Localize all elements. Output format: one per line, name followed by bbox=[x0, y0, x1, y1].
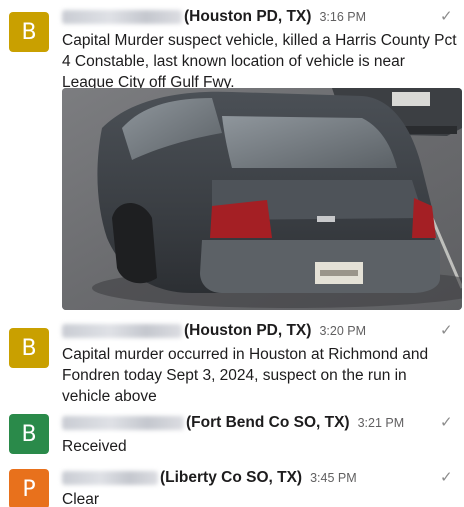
check-icon: ✓ bbox=[440, 413, 453, 431]
sender-agency: (Houston PD, TX) bbox=[184, 8, 312, 25]
sender-name-redacted[interactable] bbox=[62, 416, 184, 430]
check-icon: ✓ bbox=[440, 468, 453, 486]
check-icon: ✓ bbox=[440, 7, 453, 25]
message-4[interactable]: P (Liberty Co SO, TX) 3:45 PM ✓ Clear bbox=[0, 467, 464, 507]
sender-name-redacted[interactable] bbox=[62, 471, 158, 485]
sender-agency: (Liberty Co SO, TX) bbox=[160, 469, 303, 486]
sender-agency: (Fort Bend Co SO, TX) bbox=[186, 414, 350, 431]
message-timestamp[interactable]: 3:21 PM bbox=[358, 416, 405, 430]
avatar[interactable]: B bbox=[9, 328, 49, 368]
avatar[interactable]: P bbox=[9, 469, 49, 507]
sender-name-redacted[interactable] bbox=[62, 10, 182, 24]
message-timestamp[interactable]: 3:20 PM bbox=[319, 324, 366, 338]
message-text: Received bbox=[62, 438, 127, 455]
message-text: Capital murder occurred in Houston at Ri… bbox=[62, 346, 429, 405]
message-3[interactable]: B (Fort Bend Co SO, TX) 3:21 PM ✓ Receiv… bbox=[0, 412, 464, 460]
sender-agency: (Houston PD, TX) bbox=[184, 322, 312, 339]
message-header: (Houston PD, TX) 3:20 PM bbox=[62, 320, 366, 342]
message-timestamp[interactable]: 3:16 PM bbox=[319, 10, 366, 24]
avatar[interactable]: B bbox=[9, 414, 49, 454]
message-text: Capital Murder suspect vehicle, killed a… bbox=[62, 32, 457, 91]
message-2[interactable]: B (Houston PD, TX) 3:20 PM ✓ Capital mur… bbox=[0, 320, 464, 405]
sender-name-redacted[interactable] bbox=[62, 324, 182, 338]
check-icon: ✓ bbox=[440, 321, 453, 339]
vehicle-photo bbox=[62, 88, 462, 310]
avatar[interactable]: B bbox=[9, 12, 49, 52]
message-text: Clear bbox=[62, 491, 100, 507]
message-header: (Fort Bend Co SO, TX) 3:21 PM bbox=[62, 412, 404, 434]
message-header: (Houston PD, TX) 3:16 PM bbox=[62, 6, 366, 28]
vehicle-photo-attachment[interactable] bbox=[62, 88, 462, 310]
message-header: (Liberty Co SO, TX) 3:45 PM bbox=[62, 467, 357, 489]
message-1[interactable]: B (Houston PD, TX) 3:16 PM ✓ Capital Mur… bbox=[0, 6, 464, 91]
message-timestamp[interactable]: 3:45 PM bbox=[310, 471, 357, 485]
